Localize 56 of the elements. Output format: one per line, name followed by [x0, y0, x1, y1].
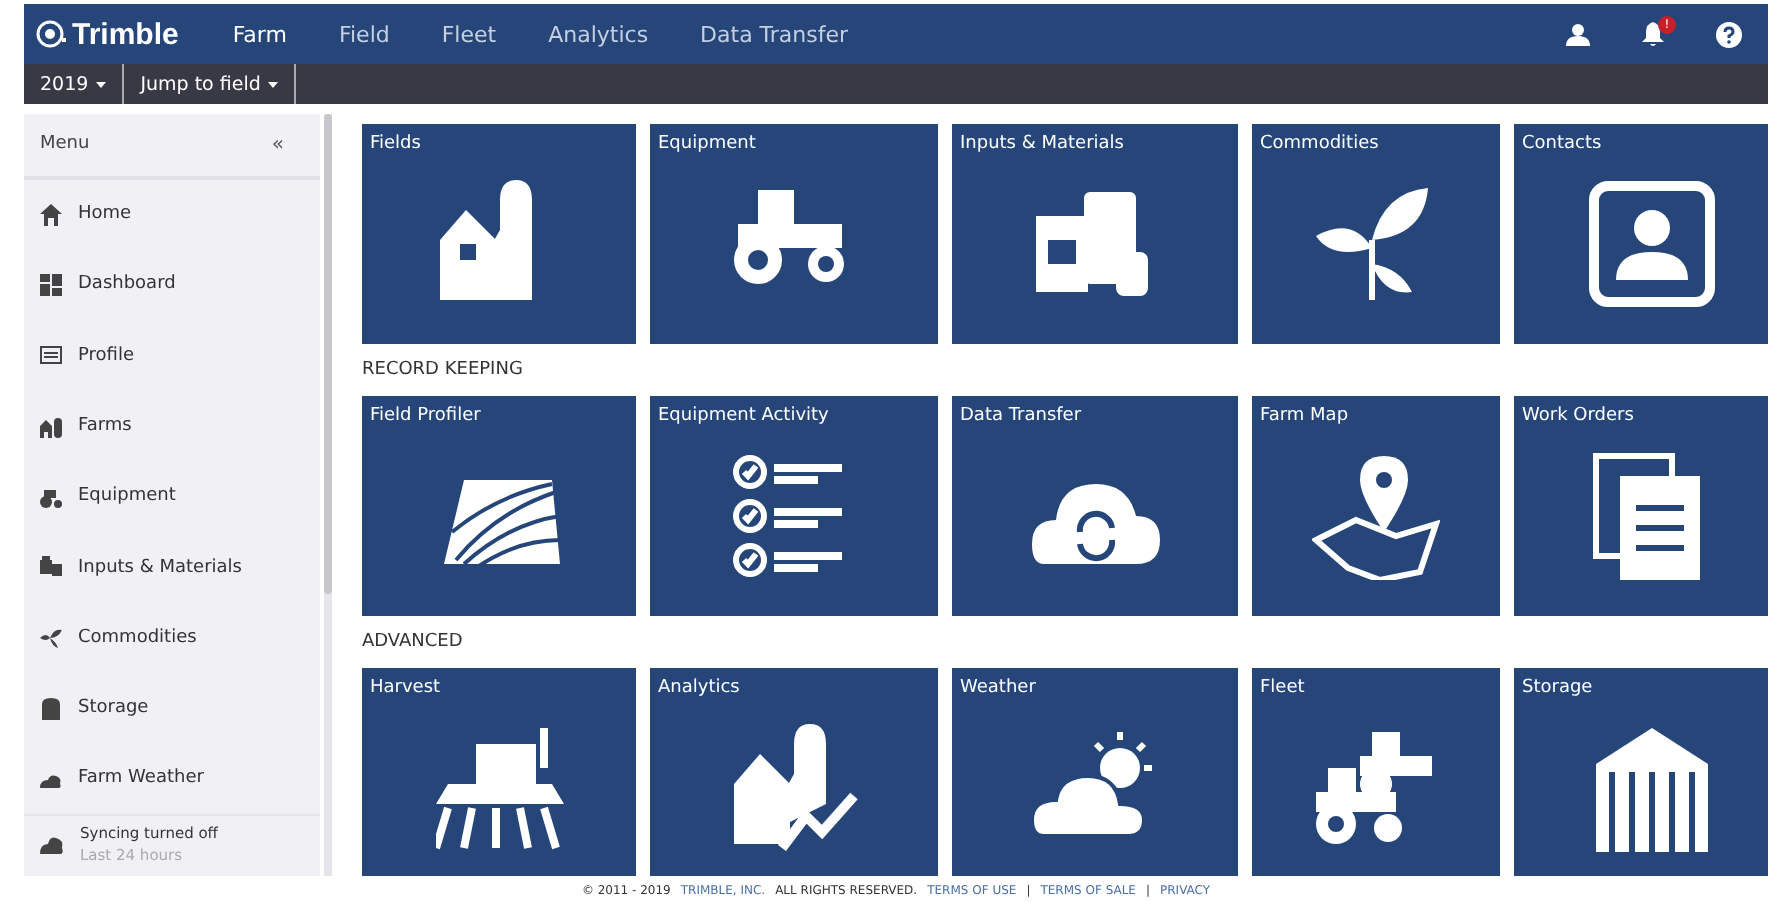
- app-tile[interactable]: Fields: [362, 124, 636, 344]
- grid-icon: [40, 273, 62, 296]
- map-pin-icon: [1312, 452, 1440, 580]
- sidebar-item[interactable]: Home: [24, 179, 320, 250]
- dropdown-button[interactable]: 2019: [24, 64, 125, 104]
- logo-icon: [36, 20, 68, 48]
- harvester-icon: [435, 724, 563, 852]
- app-tile[interactable]: Fleet: [1252, 668, 1500, 876]
- app-tile[interactable]: Data Transfer: [952, 396, 1238, 616]
- caret-icon: [96, 81, 107, 87]
- sidebar-item[interactable]: Equipment: [24, 461, 320, 532]
- sidebar-item[interactable]: Storage: [24, 672, 320, 744]
- sidebar-item[interactable]: Inputs & Materials: [24, 531, 320, 603]
- scrollbar-thumb[interactable]: [324, 114, 332, 594]
- home-icon: [40, 203, 62, 226]
- contact-card-icon: [1587, 180, 1715, 308]
- barn-icon: [40, 415, 62, 437]
- cloud-off-icon: [40, 834, 64, 855]
- app-tile[interactable]: Equipment: [650, 124, 938, 344]
- app-tile[interactable]: Farm Map: [1252, 396, 1500, 616]
- section-heading: ADVANCED: [362, 632, 465, 652]
- silo-icon: [40, 697, 62, 720]
- barn-chart-icon: [730, 724, 858, 852]
- nav-link[interactable]: Data Transfer: [700, 21, 849, 47]
- sidebar-item[interactable]: Farm Weather: [24, 743, 320, 815]
- sidebar-item[interactable]: Dashboard: [24, 249, 320, 321]
- collapse-button[interactable]: «: [271, 133, 284, 156]
- nav-link[interactable]: Fleet: [441, 21, 497, 47]
- app-tile[interactable]: Weather: [952, 668, 1238, 876]
- caret-icon: [268, 81, 279, 87]
- app-tile[interactable]: Commodities: [1252, 124, 1500, 344]
- app-tile[interactable]: Work Orders: [1514, 396, 1768, 616]
- card-icon: [40, 344, 62, 367]
- nav-link[interactable]: Analytics: [548, 21, 649, 47]
- leaf-icon: [40, 626, 62, 649]
- menu-title: Menu: [40, 134, 90, 155]
- nav-link[interactable]: Farm: [232, 21, 287, 47]
- app-tile[interactable]: Inputs & Materials: [952, 124, 1238, 344]
- bell-icon: [1642, 22, 1664, 46]
- sidebar-item[interactable]: Profile: [24, 320, 320, 391]
- sidebar-item[interactable]: Commodities: [24, 602, 320, 673]
- dropdown-button[interactable]: Jump to field: [124, 64, 297, 104]
- tractor-icon: [40, 485, 62, 508]
- user-icon: [1566, 23, 1590, 45]
- app-tile[interactable]: Field Profiler: [362, 396, 636, 616]
- app-tile[interactable]: Analytics: [650, 668, 938, 876]
- app-tile[interactable]: Storage: [1514, 668, 1768, 876]
- help-icon: [1716, 21, 1742, 47]
- nav-link[interactable]: Field: [338, 21, 390, 47]
- app-tile[interactable]: Harvest: [362, 668, 636, 876]
- app-tile[interactable]: Contacts: [1514, 124, 1768, 344]
- section-heading: RECORD KEEPING: [362, 360, 525, 380]
- containers-icon: [40, 556, 62, 579]
- sidebar-item[interactable]: Farms: [24, 390, 320, 462]
- app-tile[interactable]: Equipment Activity: [650, 396, 938, 616]
- brand-name: Trimble: [72, 17, 179, 51]
